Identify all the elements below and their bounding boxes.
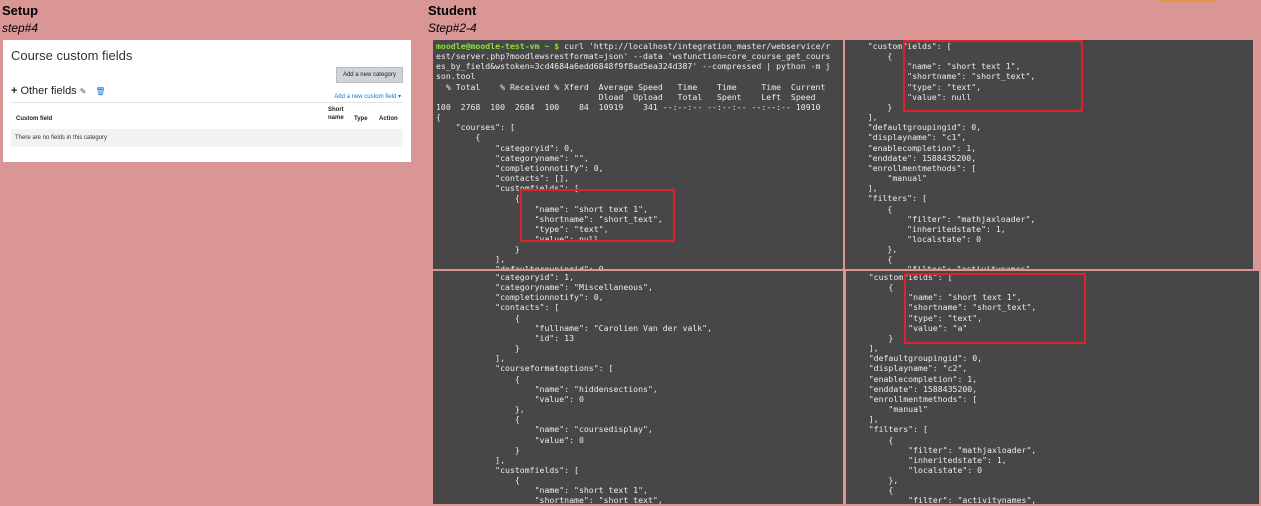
add-custom-field-dropdown[interactable]: Add a new custom field ▾ — [334, 93, 401, 100]
empty-category-message: There are no fields in this category — [11, 129, 403, 147]
pencil-icon[interactable]: ✎ — [80, 87, 87, 96]
caret-down-icon: ▾ — [397, 94, 401, 100]
column-header-type: Type — [354, 116, 368, 122]
add-category-button[interactable]: Add a new category — [335, 67, 403, 83]
category-name[interactable]: Other fields — [20, 85, 76, 97]
student-heading: Student — [428, 3, 477, 18]
highlight-box — [520, 189, 675, 242]
plus-icon[interactable]: + — [11, 85, 17, 97]
terminal-2: "customfields": [ { "name": "short text … — [845, 40, 1253, 269]
terminal-3: "categoryid": 1, "categoryname": "Miscel… — [433, 271, 843, 504]
trash-icon[interactable]: 🗑 — [95, 87, 105, 96]
column-header-short-name: Short name — [328, 107, 344, 121]
terminal-3-text: "categoryid": 1, "categoryname": "Miscel… — [495, 272, 713, 504]
setup-step-label: step#4 — [2, 21, 39, 35]
setup-heading: Setup — [2, 3, 39, 18]
top-accent-bar — [1158, 0, 1218, 2]
category-header: + Other fields ✎ 🗑 — [11, 85, 106, 97]
highlight-box — [904, 273, 1086, 344]
terminal-1: moodle@moodle-test-vm ~ $ curl 'http://l… — [433, 40, 843, 269]
terminal-4: "customfields": [ { "name": "short text … — [846, 271, 1259, 504]
student-step-label: Step#2-4 — [428, 21, 477, 35]
column-header-custom-field: Custom field — [16, 116, 53, 122]
column-header-action: Action — [379, 116, 398, 122]
divider — [11, 102, 403, 103]
page-title: Course custom fields — [11, 48, 133, 63]
shell-prompt: moodle@moodle-test-vm ~ $ — [436, 41, 565, 51]
highlight-box — [903, 40, 1083, 112]
moodle-custom-fields-panel: Course custom fields Add a new category … — [3, 40, 411, 162]
add-custom-field-label: Add a new custom field — [334, 94, 397, 100]
